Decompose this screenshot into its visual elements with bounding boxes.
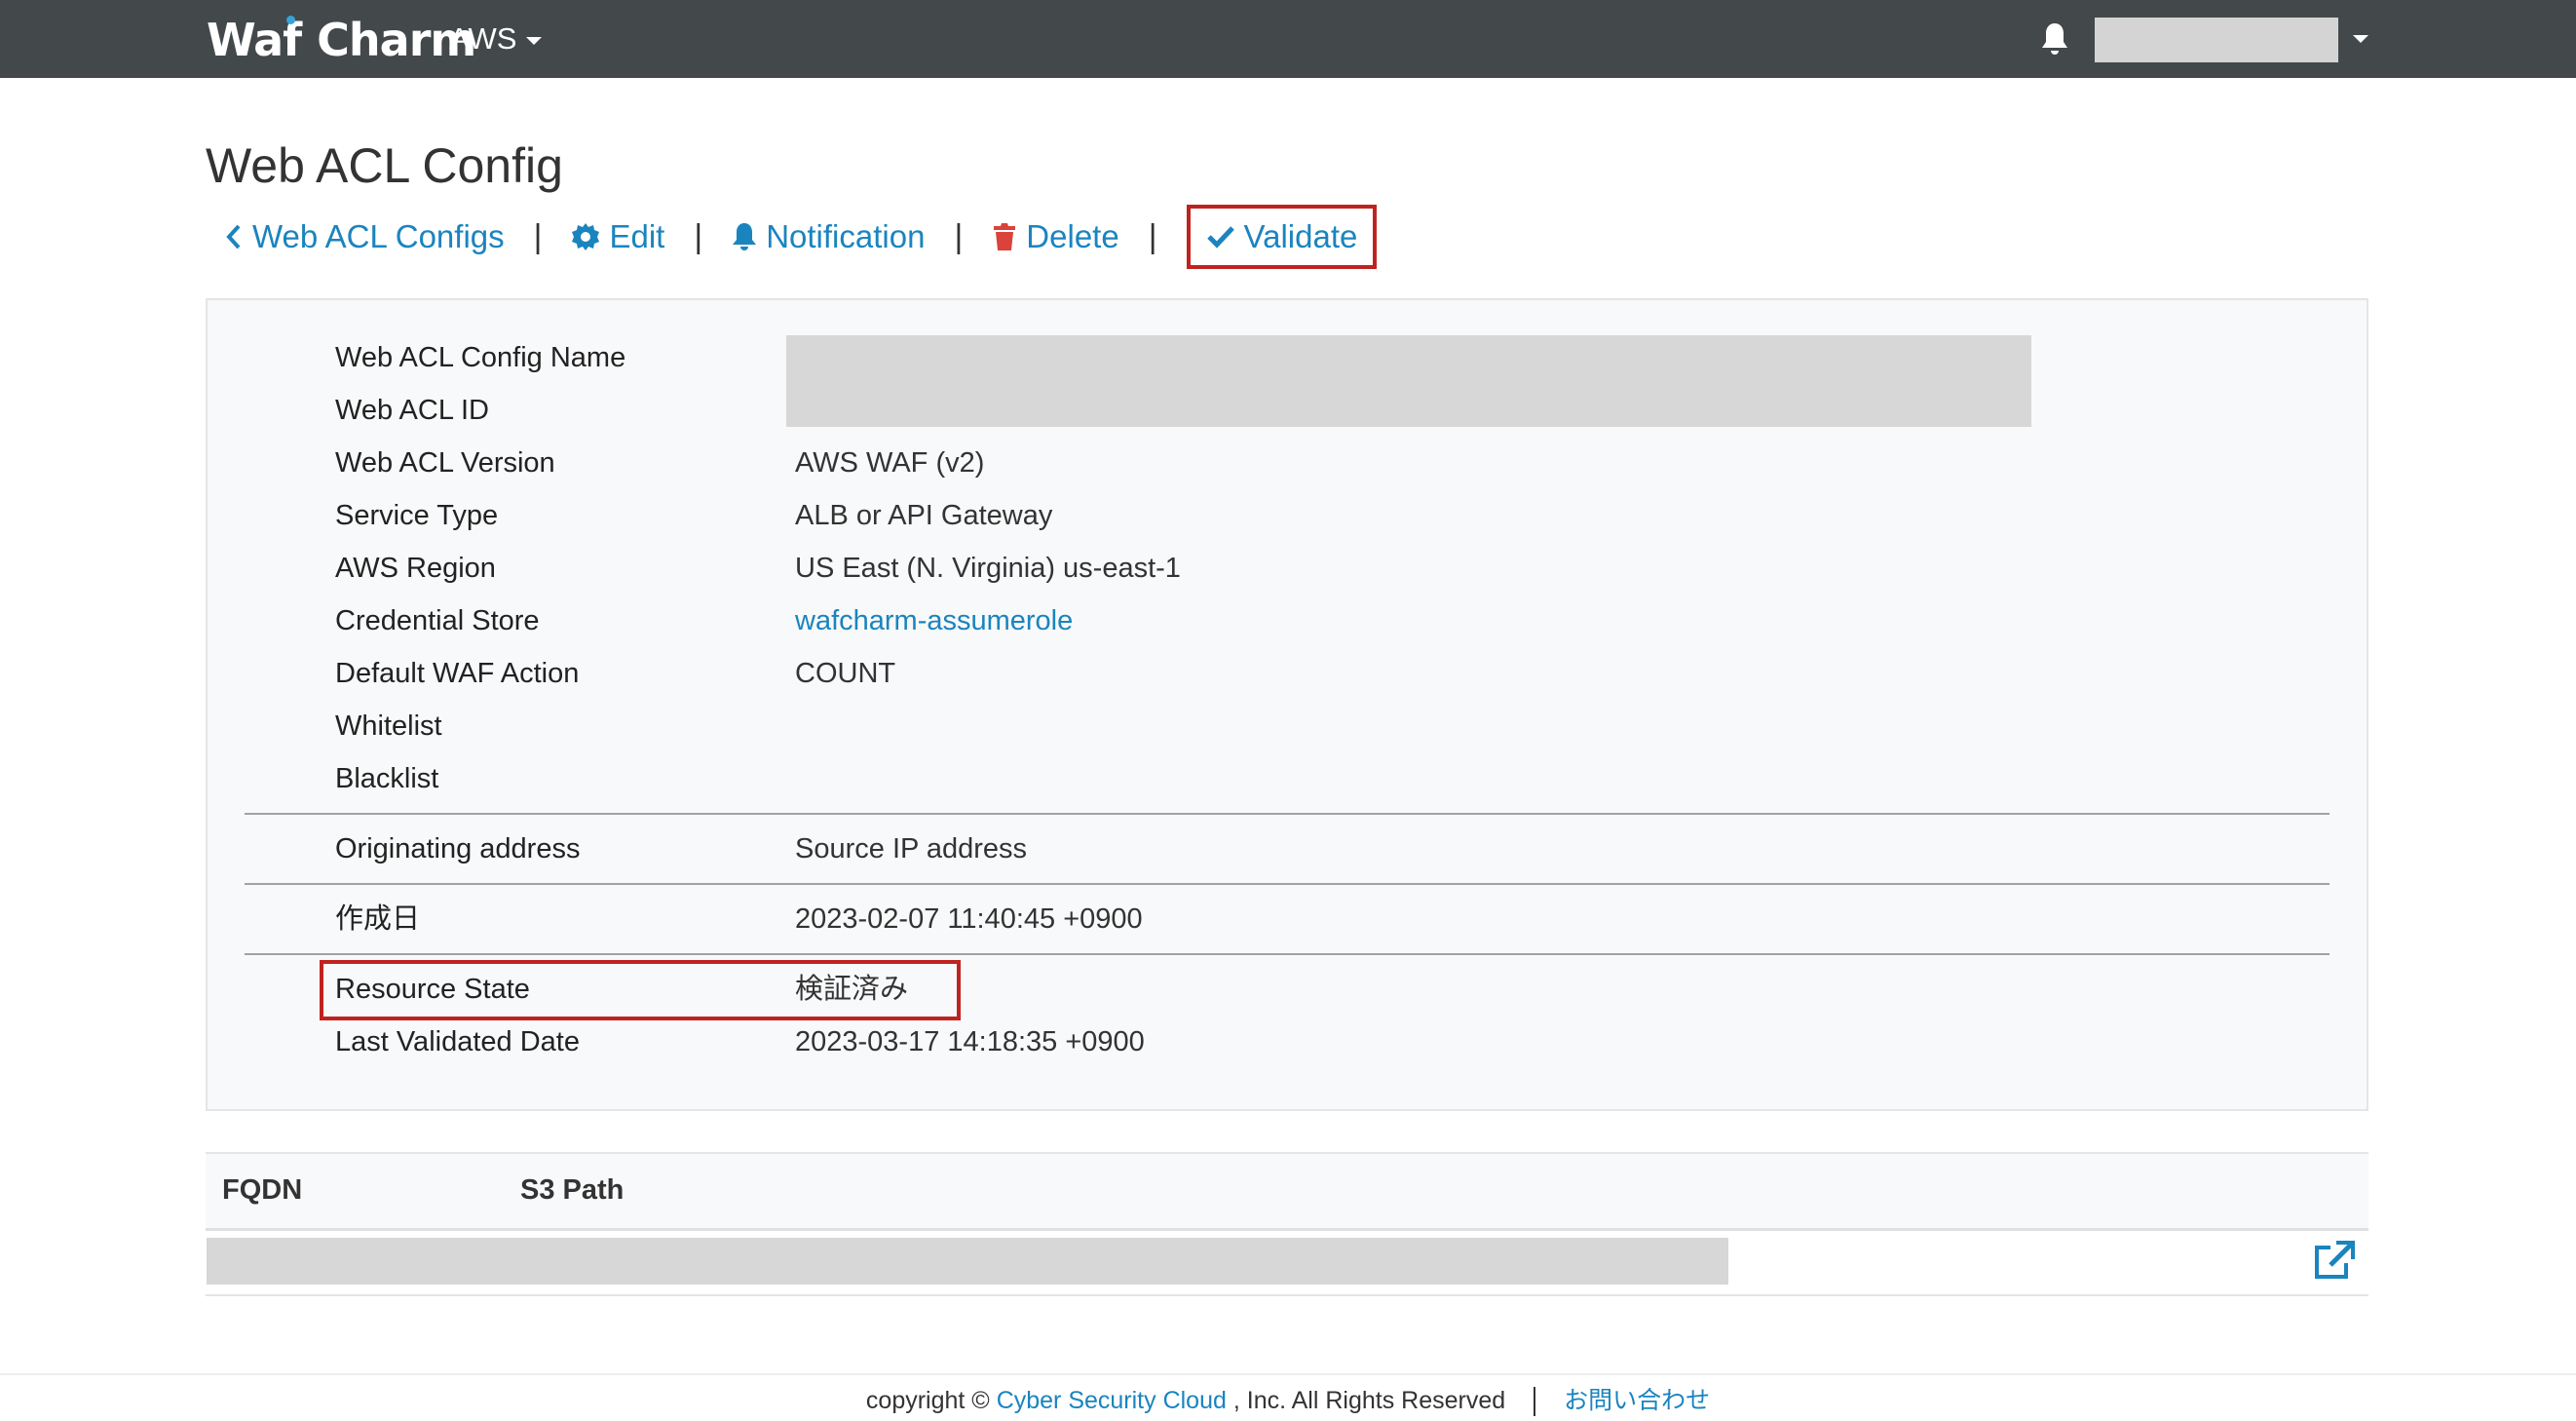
copyright-prefix: copyright © — [865, 1387, 990, 1414]
last-validated-date-value: 2023-03-17 14:18:35 +0900 — [795, 1026, 1145, 1057]
credential-store-link[interactable]: wafcharm-assumerole — [795, 605, 1073, 636]
table-row-redacted-values — [207, 1238, 1728, 1285]
whitelist-label: Whitelist — [335, 710, 442, 742]
table-header-divider — [206, 1228, 2368, 1231]
action-separator: | — [533, 217, 543, 255]
notification-button[interactable]: Notification — [732, 218, 925, 255]
user-menu-button[interactable] — [2095, 18, 2338, 62]
validate-button[interactable]: Validate — [1186, 205, 1378, 269]
divider — [245, 813, 2330, 815]
service-dropdown[interactable]: AWS — [449, 18, 543, 60]
action-separator: | — [954, 217, 964, 255]
divider — [245, 883, 2330, 885]
notification-button-label: Notification — [766, 218, 926, 254]
credential-store-value: wafcharm-assumerole — [795, 601, 1073, 640]
divider — [245, 953, 2330, 955]
created-date-label: 作成日 — [335, 903, 421, 935]
gear-icon — [572, 223, 600, 250]
wafcharm-logo[interactable]: Waf Charm — [207, 14, 476, 66]
acl-version-value: AWS WAF (v2) — [795, 447, 985, 479]
config-name-label: Web ACL Config Name — [335, 342, 626, 373]
action-bar: Web ACL Configs | Edit | Notification | … — [224, 205, 1378, 269]
default-waf-action-label: Default WAF Action — [335, 658, 580, 689]
edit-button[interactable]: Edit — [571, 218, 664, 255]
bell-icon — [733, 223, 757, 250]
originating-address-value: Source IP address — [795, 833, 1028, 864]
footer: copyright © Cyber Security Cloud , Inc. … — [0, 1384, 2576, 1417]
blacklist-label: Blacklist — [335, 763, 439, 794]
originating-address-label: Originating address — [335, 833, 581, 864]
table-bottom-border — [206, 1294, 2368, 1296]
edit-button-label: Edit — [609, 218, 665, 254]
action-separator: | — [1148, 217, 1157, 255]
redacted-config-name-and-id — [786, 335, 2031, 427]
trash-icon — [994, 223, 1016, 250]
service-type-value: ALB or API Gateway — [795, 500, 1053, 531]
back-to-web-acl-configs-link[interactable]: Web ACL Configs — [224, 218, 505, 255]
external-link-icon[interactable] — [2311, 1240, 2356, 1283]
bell-icon[interactable] — [2040, 21, 2069, 57]
top-navbar: Waf Charm AWS — [0, 0, 2576, 78]
check-icon — [1206, 226, 1234, 249]
last-validated-date-label: Last Validated Date — [335, 1026, 580, 1057]
user-menu-chevron-down-icon[interactable] — [2353, 35, 2368, 43]
company-link[interactable]: Cyber Security Cloud — [997, 1387, 1227, 1414]
delete-button-label: Delete — [1026, 218, 1119, 254]
acl-id-label: Web ACL ID — [335, 395, 489, 426]
footer-separator — [1534, 1387, 1536, 1417]
aws-region-value: US East (N. Virginia) us-east-1 — [795, 553, 1181, 584]
page-title: Web ACL Config — [206, 138, 563, 193]
copyright-suffix: , Inc. All Rights Reserved — [1232, 1387, 1506, 1414]
delete-button[interactable]: Delete — [992, 218, 1119, 255]
resource-state-value: 検証済み — [795, 974, 909, 1005]
action-separator: | — [694, 217, 703, 255]
service-type-label: Service Type — [335, 500, 499, 531]
credential-store-label: Credential Store — [335, 605, 540, 636]
logo-dot-icon — [286, 16, 295, 24]
validate-button-label: Validate — [1243, 218, 1358, 254]
created-date-value: 2023-02-07 11:40:45 +0900 — [795, 903, 1143, 935]
acl-version-label: Web ACL Version — [335, 447, 555, 479]
aws-region-label: AWS Region — [335, 553, 496, 584]
default-waf-action-value: COUNT — [795, 658, 896, 689]
column-header-s3-path: S3 Path — [520, 1174, 625, 1206]
column-header-fqdn: FQDN — [222, 1174, 303, 1206]
contact-link[interactable]: お問い合わせ — [1564, 1387, 1710, 1414]
footer-divider — [0, 1373, 2576, 1375]
resource-state-label: Resource State — [335, 974, 530, 1005]
back-link-label: Web ACL Configs — [252, 218, 505, 254]
chevron-down-icon — [526, 36, 543, 45]
service-dropdown-label: AWS — [449, 21, 517, 56]
chevron-left-icon — [226, 224, 241, 250]
